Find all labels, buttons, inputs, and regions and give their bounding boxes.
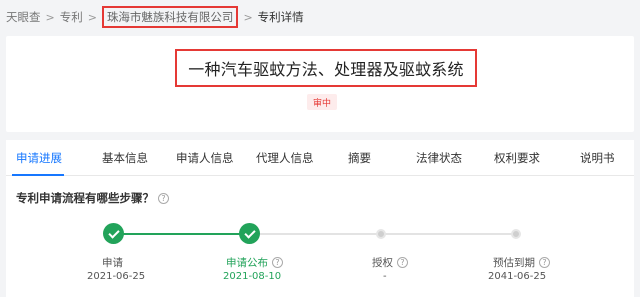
breadcrumb-patent-link[interactable]: 专利 (60, 9, 83, 25)
step-date: 2041-06-25 (488, 271, 547, 282)
tab-agent-info[interactable]: 代理人信息 (256, 140, 314, 176)
step-date: 2021-06-25 (87, 271, 146, 282)
patent-detail-card: 申请进展 基本信息 申请人信息 代理人信息 摘要 法律状态 权利要求 说明书 专… (6, 140, 634, 297)
progress-question: 专利申请流程有哪些步骤？ ? (16, 190, 169, 206)
tab-basic-info[interactable]: 基本信息 (102, 140, 148, 176)
step-label-text: 预估到期 (493, 257, 535, 269)
breadcrumb-separator: > (87, 10, 97, 24)
breadcrumb: 天眼查 > 专利 > 珠海市魅族科技有限公司 > 专利详情 (0, 0, 640, 34)
tab-abstract[interactable]: 摘要 (348, 140, 371, 176)
step-label-text: 申请 (102, 257, 123, 269)
step-label: 申请公布 ? (226, 255, 283, 270)
check-icon (107, 226, 120, 239)
breadcrumb-separator: > (243, 10, 253, 24)
question-circle-icon[interactable]: ? (397, 257, 408, 268)
tab-applicant-info[interactable]: 申请人信息 (176, 140, 234, 176)
question-circle-icon[interactable]: ? (539, 257, 550, 268)
patent-title: 一种汽车驱蚊方法、处理器及驱蚊系统 (188, 60, 464, 79)
step-node-pending (376, 229, 386, 239)
tab-claims[interactable]: 权利要求 (494, 140, 540, 176)
tab-description[interactable]: 说明书 (580, 140, 615, 176)
question-circle-icon[interactable]: ? (158, 192, 169, 204)
step-label-text: 申请公布 (226, 257, 268, 269)
step-label-text: 授权 (372, 257, 393, 269)
patent-header-card: 一种汽车驱蚊方法、处理器及驱蚊系统 审中 (6, 36, 634, 132)
tab-legal-status[interactable]: 法律状态 (416, 140, 462, 176)
step-date: - (383, 271, 387, 282)
step-node-done (103, 223, 124, 244)
patent-title-box: 一种汽车驱蚊方法、处理器及驱蚊系统 (175, 49, 477, 87)
step-node-done (239, 223, 260, 244)
breadcrumb-separator: > (45, 10, 55, 24)
tab-bar: 申请进展 基本信息 申请人信息 代理人信息 摘要 法律状态 权利要求 说明书 (6, 140, 634, 176)
step-node-pending (511, 229, 521, 239)
step-date: 2021-08-10 (223, 271, 282, 282)
progress-line-done (114, 233, 250, 235)
step-label: 申请 (102, 255, 123, 270)
breadcrumb-company-link[interactable]: 珠海市魅族科技有限公司 (101, 6, 239, 28)
step-label: 授权 ? (372, 255, 408, 270)
progress-question-text: 专利申请流程有哪些步骤？ (16, 191, 154, 205)
status-badge: 审中 (307, 94, 337, 110)
check-icon (243, 226, 256, 239)
breadcrumb-current: 专利详情 (257, 10, 304, 24)
breadcrumb-home-link[interactable]: 天眼查 (6, 9, 41, 25)
active-tab-indicator (12, 174, 64, 176)
question-circle-icon[interactable]: ? (272, 257, 283, 268)
step-label: 预估到期 ? (493, 255, 550, 270)
tab-application-progress[interactable]: 申请进展 (16, 140, 62, 176)
